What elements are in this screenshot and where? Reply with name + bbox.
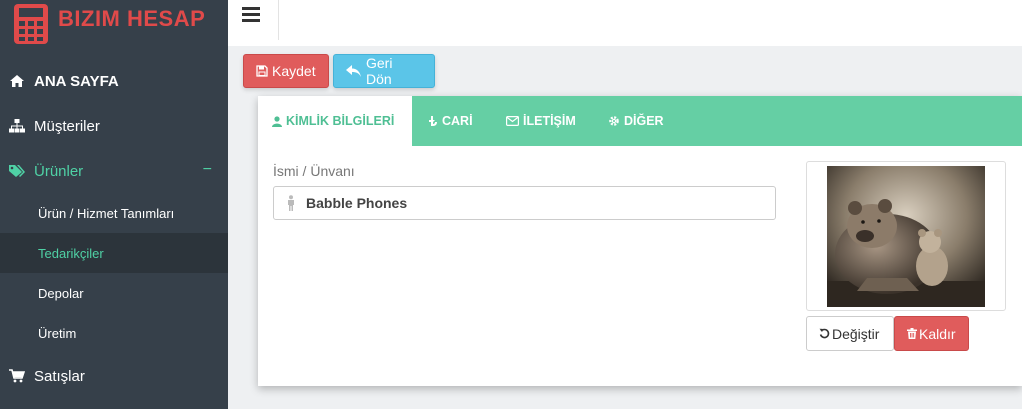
reply-icon (346, 65, 362, 77)
tab-account[interactable]: CARİ (428, 96, 473, 146)
top-bar (228, 0, 1022, 46)
tab-label: KİMLİK BİLGİLERİ (286, 114, 395, 128)
sitemap-icon (8, 119, 26, 133)
sidebar-subitem-label: Tedarikçiler (38, 245, 104, 261)
undo-icon (819, 328, 830, 339)
tags-icon (8, 164, 26, 178)
sidebar-subitem-product-definitions[interactable]: Ürün / Hizmet Tanımları (0, 193, 228, 233)
save-button[interactable]: Kaydet (243, 54, 329, 88)
collapse-icon[interactable]: − (203, 161, 212, 179)
brand-name: BIZIM HESAP (58, 6, 206, 31)
gear-icon (608, 115, 620, 127)
divider (278, 0, 279, 40)
sidebar-item-label: ANA SAYFA (34, 72, 119, 90)
sidebar-subitem-label: Ürün / Hizmet Tanımları (38, 205, 175, 221)
tab-identity[interactable]: KİMLİK BİLGİLERİ (258, 96, 412, 146)
change-image-button[interactable]: Değiştir (806, 316, 894, 351)
name-field-label: İsmi / Ünvanı (273, 163, 355, 179)
change-image-label: Değiştir (832, 325, 880, 342)
sidebar-item-label: Satışlar (34, 367, 85, 385)
profile-image-frame (806, 161, 1006, 311)
name-field[interactable] (273, 186, 776, 220)
name-input[interactable] (306, 195, 766, 211)
sidebar-item-label: Müşteriler (34, 117, 100, 135)
calculator-icon (14, 4, 48, 44)
home-icon (8, 74, 26, 88)
remove-image-label: Kaldır (919, 325, 956, 342)
save-button-label: Kaydet (272, 63, 316, 79)
sidebar-subitem-production[interactable]: Üretim (0, 313, 228, 353)
sidebar-subitem-suppliers[interactable]: Tedarikçiler (0, 233, 228, 273)
back-button-label: Geri Dön (366, 55, 393, 87)
back-button[interactable]: Geri Dön (333, 54, 435, 88)
money-icon (428, 115, 438, 127)
person-icon (286, 195, 300, 211)
sidebar-item-products[interactable]: Ürünler − (0, 149, 228, 193)
user-icon (272, 115, 282, 127)
brand[interactable]: BIZIM HESAP (0, 0, 228, 46)
sidebar-subitem-warehouses[interactable]: Depolar (0, 273, 228, 313)
floppy-disk-icon (256, 65, 268, 77)
tab-label: İLETİŞİM (523, 114, 576, 128)
sidebar-subitem-label: Depolar (38, 285, 84, 301)
remove-image-button[interactable]: Kaldır (894, 316, 969, 351)
sidebar-item-label: Ürünler (34, 162, 84, 180)
menu-toggle-icon[interactable] (242, 7, 260, 23)
detail-card: KİMLİK BİLGİLERİ CARİ İLETİŞİM DİĞER İsm… (258, 96, 1022, 386)
profile-image (827, 166, 985, 307)
cart-icon (8, 369, 26, 383)
tab-label: CARİ (442, 114, 473, 128)
sidebar-item-customers[interactable]: Müşteriler (0, 104, 228, 148)
sidebar-item-sales[interactable]: Satışlar (0, 354, 228, 398)
tab-label: DİĞER (624, 114, 664, 128)
trash-icon (907, 328, 917, 339)
envelope-icon (506, 116, 519, 126)
tab-contact[interactable]: İLETİŞİM (506, 96, 576, 146)
sidebar-subitem-label: Üretim (38, 325, 77, 341)
sidebar-item-home[interactable]: ANA SAYFA (0, 59, 228, 103)
sidebar: BIZIM HESAP ANA SAYFA Müşteriler Ürünler… (0, 0, 228, 409)
tab-bar: KİMLİK BİLGİLERİ CARİ İLETİŞİM DİĞER (258, 96, 1022, 146)
tab-other[interactable]: DİĞER (608, 96, 664, 146)
